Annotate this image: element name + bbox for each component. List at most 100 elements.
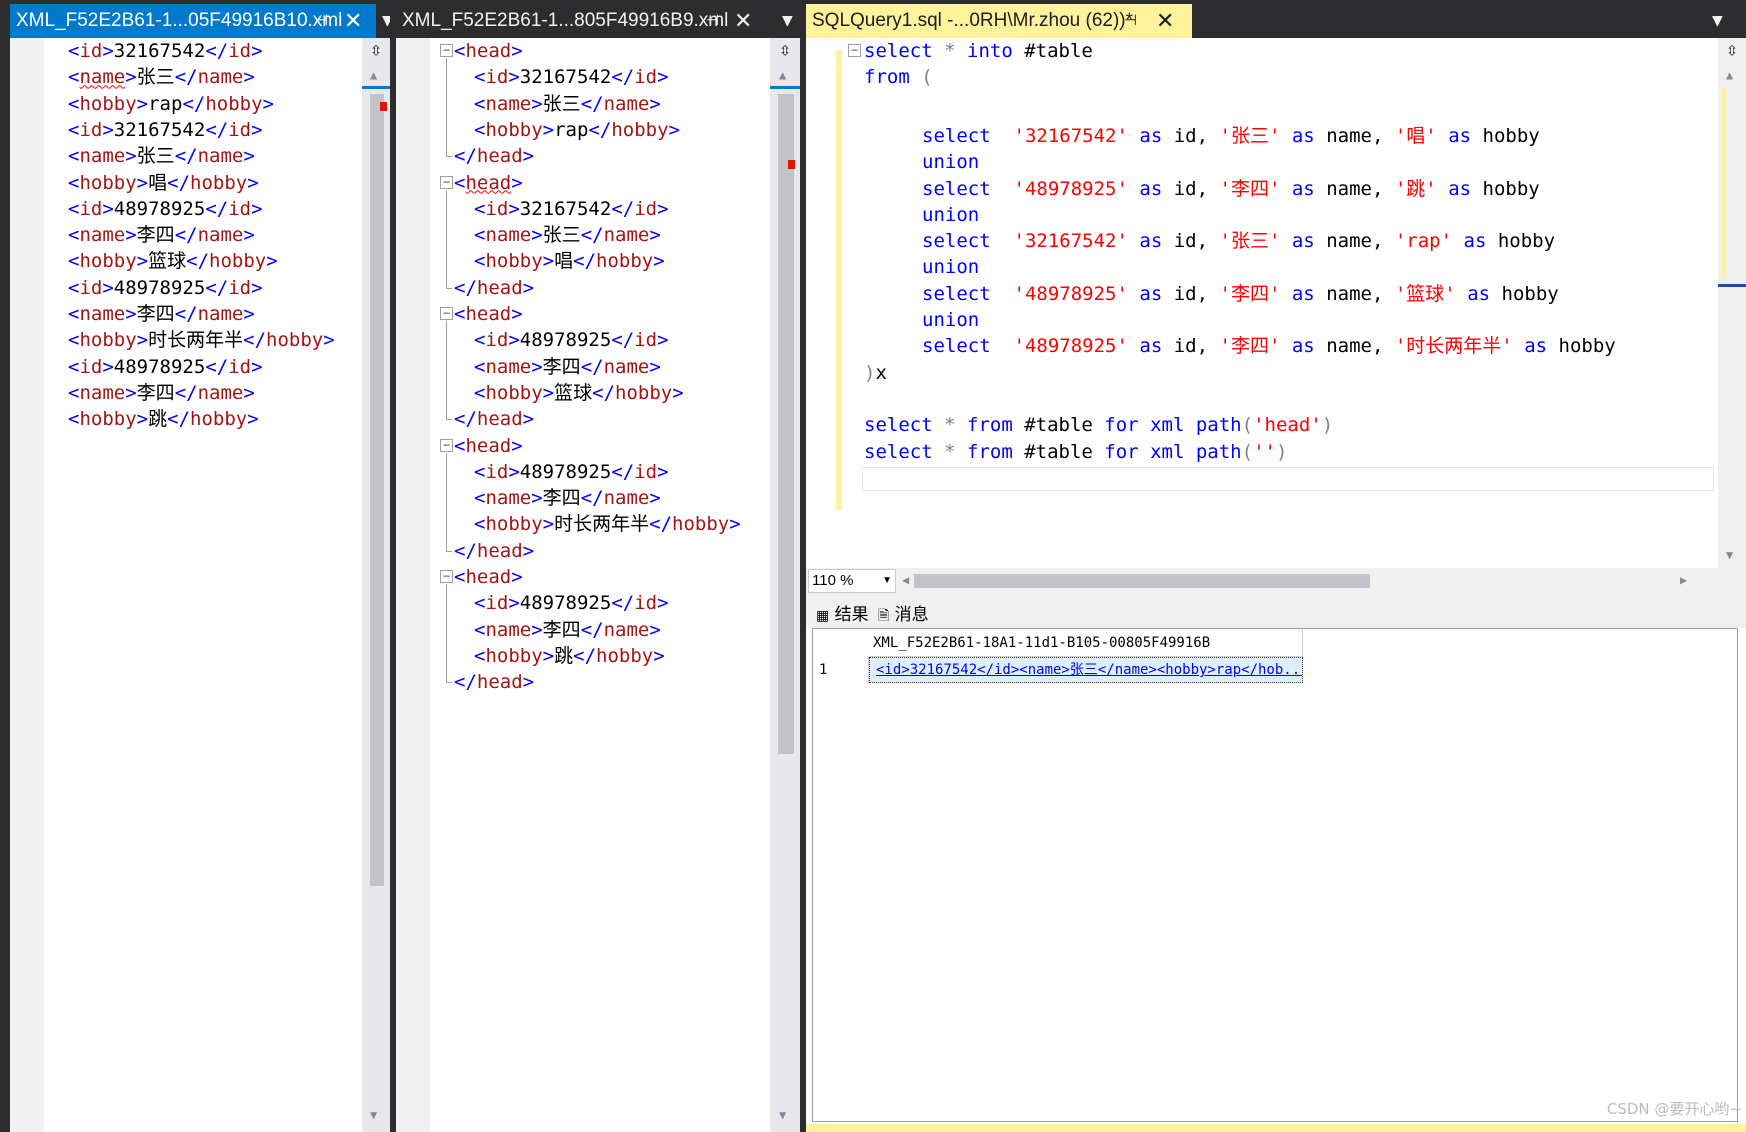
sql-line[interactable]: union [922, 254, 979, 280]
tab-xml-file-2[interactable]: XML_F52E2B61-1...805F49916B9.xml ⊣ ✕ [396, 4, 776, 38]
xml-line[interactable]: <id>48978925</id> [474, 459, 669, 485]
xml-line[interactable]: </head> [454, 143, 534, 169]
xml-editor[interactable]: − <head> <id>32167542</id> <name>张三</name> <… [430, 38, 770, 1132]
xml-line[interactable]: </head> [454, 406, 534, 432]
xml-line[interactable]: <id>48978925</id> [474, 590, 669, 616]
vertical-scrollbar[interactable]: ⇳ ▲ ▼ [362, 38, 390, 1132]
xml-line[interactable]: <head> [454, 433, 523, 459]
collapse-icon[interactable]: − [440, 570, 453, 583]
pin-icon[interactable]: ⊣ [706, 4, 719, 38]
xml-line[interactable]: <name>李四</name> [68, 301, 255, 327]
tab-messages[interactable]: 🗎 消息 [878, 600, 929, 629]
sql-line[interactable]: select '48978925' as id, '李四' as name, '… [922, 333, 1616, 359]
xml-line[interactable]: <hobby>唱</hobby> [68, 170, 259, 196]
xml-line[interactable]: <id>32167542</id> [474, 196, 669, 222]
sql-line[interactable]: select * from #table for xml path('head'… [864, 412, 1333, 438]
sql-line[interactable]: union [922, 307, 979, 333]
scroll-left-icon[interactable]: ◀ [902, 573, 909, 587]
close-icon[interactable]: ✕ [734, 4, 752, 38]
collapse-icon[interactable]: − [440, 175, 453, 189]
sql-line[interactable]: select * from #table for xml path('') [864, 439, 1287, 465]
sql-line[interactable]: select '48978925' as id, '李四' as name, '… [922, 281, 1559, 307]
split-icon[interactable]: ⇳ [363, 38, 389, 62]
xml-line[interactable]: <head> [454, 564, 523, 590]
pin-icon[interactable]: ⊣ [315, 4, 328, 38]
xml-line[interactable]: <name>李四</name> [474, 354, 661, 380]
scroll-down-icon[interactable]: ▼ [1726, 548, 1733, 562]
scroll-thumb[interactable] [778, 94, 794, 754]
xml-result-cell[interactable]: <id>32167542</id><name>张三</name><hobby>r… [869, 657, 1303, 683]
error-marker[interactable] [788, 160, 795, 169]
tab-sql-query[interactable]: SQLQuery1.sql -...0RH\Mr.zhou (62))* ⊣ ✕ [806, 4, 1192, 38]
chevron-down-icon[interactable]: ▼ [382, 4, 390, 38]
xml-line[interactable]: <hobby>跳</hobby> [474, 643, 665, 669]
collapse-icon[interactable]: − [440, 307, 453, 320]
close-icon[interactable]: ✕ [1156, 4, 1174, 38]
xml-line[interactable]: <head> [454, 170, 523, 196]
scroll-down-icon[interactable]: ▼ [370, 1108, 377, 1122]
xml-line[interactable]: <id>48978925</id> [68, 275, 263, 301]
scroll-up-icon[interactable]: ▲ [779, 68, 786, 82]
xml-line[interactable]: <hobby>唱</hobby> [474, 248, 665, 274]
xml-line[interactable]: <name>张三</name> [474, 222, 661, 248]
xml-line[interactable]: <id>48978925</id> [68, 196, 263, 222]
chevron-down-icon[interactable]: ▼ [782, 4, 793, 38]
xml-line[interactable]: <name>张三</name> [474, 91, 661, 117]
sql-editor[interactable]: − select * into #table from ( select '32167… [844, 38, 1718, 568]
tab-xml-file-1[interactable]: XML_F52E2B61-1...05F49916B10.xml ⊣ ✕ [10, 4, 376, 38]
xml-line[interactable]: <name>李四</name> [474, 617, 661, 643]
sql-line[interactable]: select * into #table [864, 38, 1093, 64]
xml-line[interactable]: <hobby>rap</hobby> [68, 91, 274, 117]
collapse-icon[interactable]: − [848, 44, 861, 57]
xml-line[interactable]: <head> [454, 301, 523, 327]
xml-line[interactable]: <name>张三</name> [68, 64, 255, 90]
xml-line[interactable]: <name>张三</name> [68, 143, 255, 169]
collapse-icon[interactable]: − [440, 44, 453, 57]
xml-line[interactable]: <hobby>跳</hobby> [68, 406, 259, 432]
xml-line[interactable]: <hobby>rap</hobby> [474, 117, 680, 143]
scroll-thumb[interactable] [370, 94, 384, 886]
xml-link[interactable]: <id>32167542</id><name>张三</name><hobby>r… [876, 662, 1302, 678]
split-icon[interactable]: ⇳ [772, 38, 798, 62]
sql-line[interactable]: from ( [864, 64, 933, 90]
scroll-down-icon[interactable]: ▼ [779, 1108, 786, 1122]
xml-line[interactable]: <hobby>时长两年半</hobby> [68, 327, 335, 353]
vertical-scrollbar[interactable]: ⇳ ▲ ▼ [770, 38, 800, 1132]
xml-line[interactable]: </head> [454, 275, 534, 301]
sql-line[interactable]: select '32167542' as id, '张三' as name, '… [922, 123, 1540, 149]
scroll-right-icon[interactable]: ▶ [1680, 573, 1687, 587]
tab-results[interactable]: ▦ 结果 [816, 600, 869, 625]
sql-line[interactable]: union [922, 149, 979, 175]
xml-line[interactable]: <id>48978925</id> [474, 327, 669, 353]
horizontal-scroll-thumb[interactable] [914, 574, 1370, 588]
close-icon[interactable]: ✕ [344, 4, 362, 38]
collapse-icon[interactable]: − [440, 438, 453, 452]
xml-line[interactable]: <head> [454, 38, 523, 64]
xml-line[interactable]: <id>32167542</id> [474, 64, 669, 90]
sql-line[interactable]: select '32167542' as id, '张三' as name, '… [922, 228, 1555, 254]
xml-line[interactable]: <hobby>时长两年半</hobby> [474, 511, 741, 537]
scroll-up-icon[interactable]: ▲ [1726, 68, 1733, 82]
grid-header[interactable]: XML_F52E2B61-18A1-11d1-B105-00805F49916B [869, 629, 1303, 657]
xml-editor[interactable]: <id>32167542</id> <name>张三</name> <hobby>r… [44, 38, 362, 1132]
xml-line[interactable]: <id>48978925</id> [68, 354, 263, 380]
xml-line[interactable]: <name>李四</name> [474, 485, 661, 511]
vertical-scrollbar[interactable]: ⇳ ▲ ▼ [1718, 38, 1746, 568]
xml-line[interactable]: <id>32167542</id> [68, 38, 263, 64]
scroll-up-icon[interactable]: ▲ [370, 68, 377, 82]
xml-line[interactable]: <hobby>篮球</hobby> [68, 248, 278, 274]
xml-line[interactable]: </head> [454, 669, 534, 695]
xml-line[interactable]: <id>32167542</id> [68, 117, 263, 143]
zoom-select[interactable]: 110 % ▼ [808, 569, 896, 593]
xml-line[interactable]: </head> [454, 538, 534, 564]
pin-icon[interactable]: ⊣ [1124, 4, 1137, 38]
sql-line[interactable]: select '48978925' as id, '李四' as name, '… [922, 176, 1540, 202]
row-header[interactable]: 1 [813, 657, 869, 683]
sql-line[interactable]: )x [864, 360, 887, 386]
xml-line[interactable]: <name>李四</name> [68, 380, 255, 406]
chevron-down-icon[interactable]: ▼ [1712, 4, 1723, 38]
xml-line[interactable]: <hobby>篮球</hobby> [474, 380, 684, 406]
error-marker[interactable] [380, 102, 387, 111]
sql-line[interactable]: union [922, 202, 979, 228]
split-icon[interactable]: ⇳ [1719, 38, 1745, 62]
